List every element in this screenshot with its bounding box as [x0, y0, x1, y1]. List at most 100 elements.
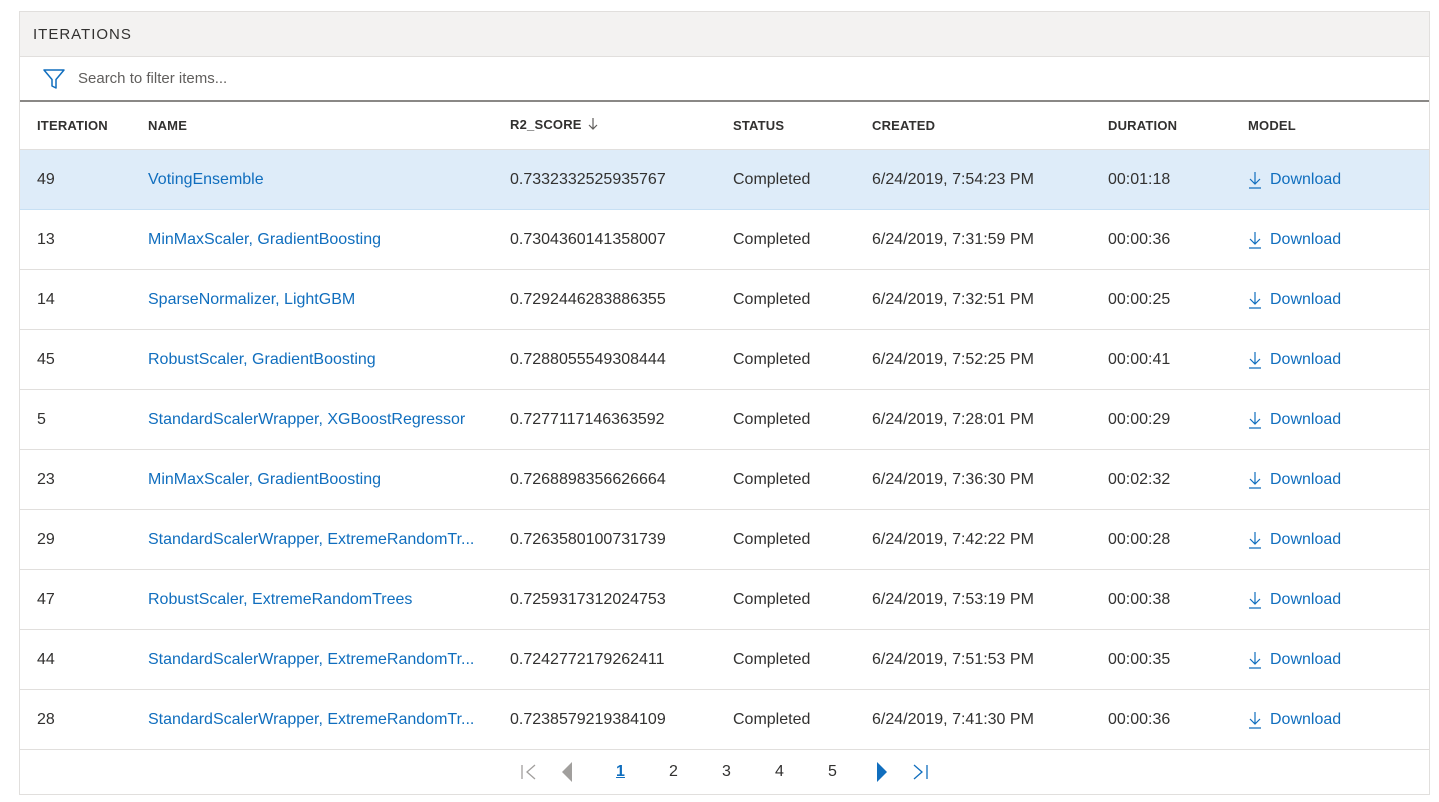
duration-cell: 00:00:36	[1108, 710, 1171, 728]
pagination: 12345	[20, 749, 1429, 795]
download-icon	[1248, 711, 1262, 729]
last-page-icon[interactable]	[905, 762, 935, 782]
download-label: Download	[1270, 350, 1342, 368]
table-row[interactable]: 23 MinMaxScaler, GradientBoosting 0.726889…	[20, 450, 1429, 510]
run-name-link[interactable]: MinMaxScaler, GradientBoosting	[148, 450, 381, 509]
run-name-link[interactable]: SparseNormalizer, LightGBM	[148, 270, 355, 329]
run-name-link[interactable]: VotingEnsemble	[148, 150, 264, 209]
download-label: Download	[1270, 710, 1342, 728]
column-header-r2-score[interactable]: R2_SCORE	[510, 117, 598, 134]
download-model-button[interactable]: Download	[1248, 291, 1341, 309]
download-icon	[1248, 231, 1262, 249]
download-model-button[interactable]: Download	[1248, 591, 1341, 609]
column-header-model: MODEL	[1248, 118, 1296, 133]
run-name-link[interactable]: MinMaxScaler, GradientBoosting	[148, 210, 381, 269]
table-row[interactable]: 5 StandardScalerWrapper, XGBoostRegressor…	[20, 390, 1429, 450]
created-cell: 6/24/2019, 7:53:19 PM	[872, 590, 1034, 608]
column-header-r2-score-label: R2_SCORE	[510, 117, 582, 132]
iterations-table-body: 49 VotingEnsemble 0.7332332525935767 Comple…	[20, 150, 1429, 750]
created-cell: 6/24/2019, 7:51:53 PM	[872, 650, 1034, 668]
table-row[interactable]: 45 RobustScaler, GradientBoosting 0.728805…	[20, 330, 1429, 390]
created-cell: 6/24/2019, 7:32:51 PM	[872, 290, 1034, 308]
page-number-1[interactable]: 1	[594, 763, 647, 781]
run-name-link[interactable]: StandardScalerWrapper, ExtremeRandomTr..…	[148, 510, 474, 569]
search-input[interactable]	[78, 70, 678, 87]
column-header-name[interactable]: NAME	[148, 118, 187, 133]
download-label: Download	[1270, 410, 1342, 428]
download-icon	[1248, 171, 1262, 189]
created-cell: 6/24/2019, 7:42:22 PM	[872, 530, 1034, 548]
column-header-created[interactable]: CREATED	[872, 118, 935, 133]
previous-page-icon[interactable]	[544, 761, 590, 783]
grid-header: ITERATION NAME R2_SCORE STATUS CREATED D…	[20, 102, 1429, 150]
column-header-duration[interactable]: DURATION	[1108, 118, 1177, 133]
table-row[interactable]: 29 StandardScalerWrapper, ExtremeRandomTr…	[20, 510, 1429, 570]
run-name-link[interactable]: RobustScaler, ExtremeRandomTrees	[148, 570, 412, 629]
duration-cell: 00:01:18	[1108, 170, 1171, 188]
download-label: Download	[1270, 230, 1342, 248]
download-model-button[interactable]: Download	[1248, 711, 1341, 729]
download-model-button[interactable]: Download	[1248, 231, 1341, 249]
status-cell: Completed	[733, 290, 811, 308]
table-row[interactable]: 13 MinMaxScaler, GradientBoosting 0.730436…	[20, 210, 1429, 270]
download-model-button[interactable]: Download	[1248, 171, 1341, 189]
download-model-button[interactable]: Download	[1248, 351, 1341, 369]
table-row[interactable]: 44 StandardScalerWrapper, ExtremeRandomTr…	[20, 630, 1429, 690]
run-name-link[interactable]: StandardScalerWrapper, XGBoostRegressor	[148, 390, 465, 449]
run-name-link[interactable]: StandardScalerWrapper, ExtremeRandomTr..…	[148, 630, 474, 689]
status-cell: Completed	[733, 530, 811, 548]
download-label: Download	[1270, 170, 1342, 188]
r2-score-cell: 0.7242772179262411	[510, 650, 665, 668]
download-model-button[interactable]: Download	[1248, 471, 1341, 489]
page-number-2[interactable]: 2	[647, 763, 700, 781]
iteration-cell: 49	[37, 170, 55, 188]
iteration-cell: 45	[37, 350, 55, 368]
r2-score-cell: 0.7277117146363592	[510, 410, 665, 428]
table-row[interactable]: 47 RobustScaler, ExtremeRandomTrees 0.7259…	[20, 570, 1429, 630]
download-label: Download	[1270, 530, 1342, 548]
duration-cell: 00:00:36	[1108, 230, 1171, 248]
r2-score-cell: 0.7292446283886355	[510, 290, 666, 308]
duration-cell: 00:00:35	[1108, 650, 1171, 668]
status-cell: Completed	[733, 470, 811, 488]
next-page-icon[interactable]	[859, 761, 905, 783]
status-cell: Completed	[733, 590, 811, 608]
iteration-cell: 29	[37, 530, 55, 548]
page-number-5[interactable]: 5	[806, 763, 859, 781]
run-name-link[interactable]: StandardScalerWrapper, ExtremeRandomTr..…	[148, 690, 474, 749]
download-model-button[interactable]: Download	[1248, 531, 1341, 549]
column-header-status[interactable]: STATUS	[733, 118, 784, 133]
status-cell: Completed	[733, 410, 811, 428]
download-label: Download	[1270, 590, 1342, 608]
search-bar[interactable]	[20, 57, 1429, 102]
column-header-iteration[interactable]: ITERATION	[37, 118, 108, 133]
download-icon	[1248, 471, 1262, 489]
r2-score-cell: 0.7304360141358007	[510, 230, 666, 248]
download-model-button[interactable]: Download	[1248, 651, 1341, 669]
filter-icon[interactable]	[42, 67, 66, 91]
created-cell: 6/24/2019, 7:41:30 PM	[872, 710, 1034, 728]
table-row[interactable]: 49 VotingEnsemble 0.7332332525935767 Comple…	[20, 150, 1429, 210]
run-name-link[interactable]: RobustScaler, GradientBoosting	[148, 330, 376, 389]
iteration-cell: 47	[37, 590, 55, 608]
table-row[interactable]: 14 SparseNormalizer, LightGBM 0.7292446283…	[20, 270, 1429, 330]
download-model-button[interactable]: Download	[1248, 411, 1341, 429]
created-cell: 6/24/2019, 7:31:59 PM	[872, 230, 1034, 248]
table-row[interactable]: 28 StandardScalerWrapper, ExtremeRandomTr…	[20, 690, 1429, 750]
download-label: Download	[1270, 470, 1342, 488]
r2-score-cell: 0.7288055549308444	[510, 350, 666, 368]
r2-score-cell: 0.7268898356626664	[510, 470, 666, 488]
download-icon	[1248, 591, 1262, 609]
iteration-cell: 23	[37, 470, 55, 488]
iteration-cell: 13	[37, 230, 55, 248]
page-number-4[interactable]: 4	[753, 763, 806, 781]
page-number-3[interactable]: 3	[700, 763, 753, 781]
status-cell: Completed	[733, 710, 811, 728]
duration-cell: 00:00:41	[1108, 350, 1171, 368]
iteration-cell: 28	[37, 710, 55, 728]
status-cell: Completed	[733, 170, 811, 188]
r2-score-cell: 0.7238579219384109	[510, 710, 666, 728]
duration-cell: 00:00:38	[1108, 590, 1171, 608]
first-page-icon[interactable]	[514, 762, 544, 782]
iteration-cell: 14	[37, 290, 55, 308]
